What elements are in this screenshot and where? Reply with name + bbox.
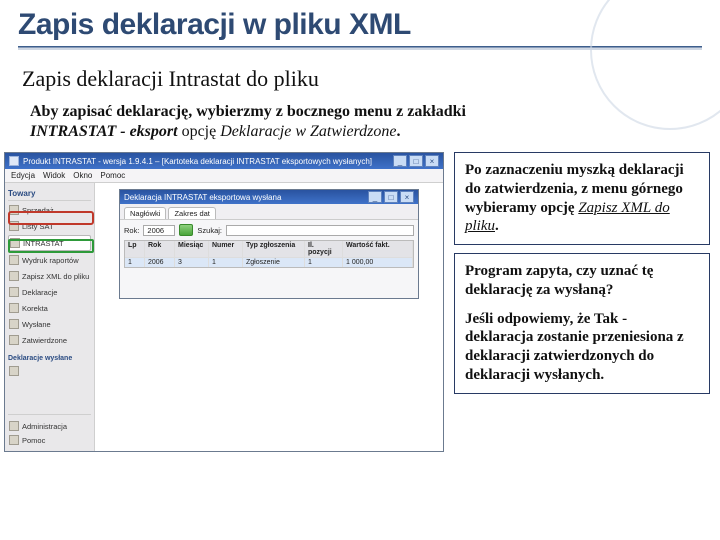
sidebar-item[interactable] [8,364,91,378]
intro-opt: Deklaracje w Zatwierdzone [220,123,396,140]
search-label: Szukaj: [197,226,222,235]
minimize-button[interactable]: _ [368,191,382,203]
inner-window: Deklaracja INTRASTAT eksportowa wysłana … [119,189,419,299]
content-row: Produkt INTRASTAT - wersja 1.9.4.1 – [Ka… [0,146,720,452]
sidebar-item[interactable]: Deklaracje [8,285,91,299]
sidebar-group-label: Deklaracje wysłane [8,355,91,362]
intro-line1: Aby zapisać deklarację, wybierzmy z bocz… [30,103,466,120]
sidebar-item-save-xml[interactable]: Zapisz XML do pliku [8,269,91,283]
year-label: Rok: [124,226,139,235]
tab-bar: Nagłówki Zakres dat [120,204,418,220]
highlight-save-xml [8,239,94,253]
window-buttons: _ □ × [393,155,439,167]
intro-dot: . [397,123,401,140]
callout-box: Po zaznaczeniu myszką deklaracji do zatw… [454,152,710,245]
sidebar-footer: Administracja Pomoc [8,414,91,447]
highlight-intrastat [8,211,94,225]
folder-icon [9,366,19,376]
year-field[interactable]: 2006 [143,225,175,236]
sidebar-item[interactable]: Wysłane [8,317,91,331]
data-grid[interactable]: Lp Rok Miesiąc Numer Typ zgłoszenia Il. … [124,240,414,268]
folder-icon [9,303,19,313]
menu-item[interactable]: Pomoc [100,171,125,180]
table-row[interactable]: 1 2006 3 1 Zgłoszenie 1 1 000,00 [125,257,413,267]
window-titlebar[interactable]: Produkt INTRASTAT - wersja 1.9.4.1 – [Ka… [5,153,443,169]
folder-icon [9,319,19,329]
close-button[interactable]: × [400,191,414,203]
menu-item[interactable]: Widok [43,171,65,180]
menu-item[interactable]: Okno [73,171,92,180]
filter-row: Rok: 2006 Szukaj: [120,220,418,240]
folder-icon [9,287,19,297]
sidebar-item[interactable]: Pomoc [8,433,91,447]
inner-window-titlebar[interactable]: Deklaracja INTRASTAT eksportowa wysłana … [120,190,418,204]
print-icon [9,255,19,265]
callout-column: Po zaznaczeniu myszką deklaracji do zatw… [454,152,710,452]
folder-icon [9,335,19,345]
sidebar-item[interactable]: Administracja [8,419,91,433]
grid-header: Lp Rok Miesiąc Numer Typ zgłoszenia Il. … [125,241,413,257]
slide: Zapis deklaracji w pliku XML Zapis dekla… [0,0,720,540]
tab[interactable]: Zakres dat [168,207,215,219]
close-button[interactable]: × [425,155,439,167]
spacer [465,300,699,310]
minimize-button[interactable]: _ [393,155,407,167]
callout-text: Jeśli odpowiemy, że Tak - deklaracja zos… [465,311,684,383]
callout-box: Program zapyta, czy uznać tę deklarację … [454,253,710,394]
maximize-button[interactable]: □ [409,155,423,167]
main-pane: Deklaracja INTRASTAT eksportowa wysłana … [95,183,443,451]
window-title: Produkt INTRASTAT - wersja 1.9.4.1 – [Ka… [23,157,372,166]
tab[interactable]: Nagłówki [124,207,166,219]
intro-mid: opcję [182,123,221,140]
gear-icon [9,421,19,431]
sidebar-item[interactable]: Zatwierdzone [8,333,91,347]
callout-text: Program zapyta, czy uznać tę deklarację … [465,263,653,298]
sidebar-item[interactable]: Korekta [8,301,91,315]
app-window: Produkt INTRASTAT - wersja 1.9.4.1 – [Ka… [4,152,444,452]
search-field[interactable] [226,225,414,236]
save-icon [9,271,19,281]
apply-button[interactable] [179,224,193,236]
menu-bar[interactable]: Edycja Widok Okno Pomoc [5,169,443,183]
app-icon [9,156,19,166]
sidebar-heading: Towary [8,187,91,201]
inner-window-title: Deklaracja INTRASTAT eksportowa wysłana [124,193,281,202]
menu-item[interactable]: Edycja [11,171,35,180]
sidebar-item[interactable]: Wydruk raportów [8,253,91,267]
intro-src: INTRASTAT - eksport [30,123,178,140]
help-icon [9,435,19,445]
maximize-button[interactable]: □ [384,191,398,203]
